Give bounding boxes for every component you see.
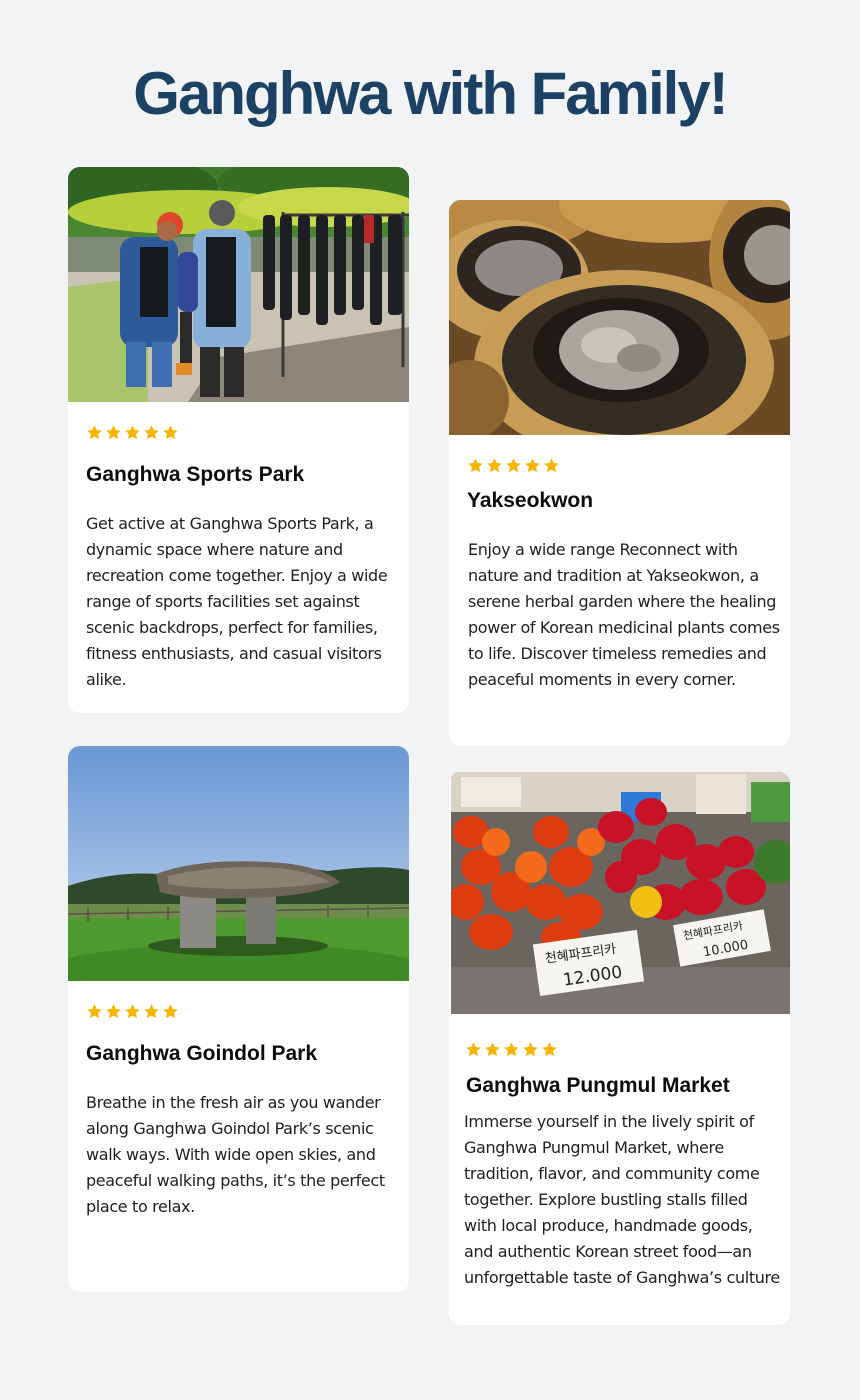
star-icon bbox=[466, 1042, 481, 1057]
rating-stars bbox=[465, 1041, 558, 1058]
star-icon bbox=[487, 458, 502, 473]
star-icon bbox=[544, 458, 559, 473]
star-icon bbox=[87, 1004, 102, 1019]
pungmul-market-photo: 천혜파프리카 12.000 천혜파프리카 10.000 bbox=[451, 772, 790, 1014]
star-icon bbox=[468, 458, 483, 473]
sports-park-photo bbox=[68, 167, 409, 402]
goindol-park-photo bbox=[68, 746, 409, 981]
card-title: Ganghwa Sports Park bbox=[86, 463, 305, 486]
star-icon bbox=[125, 425, 140, 440]
star-icon bbox=[106, 1004, 121, 1019]
star-icon bbox=[87, 425, 102, 440]
star-icon bbox=[163, 1004, 178, 1019]
attraction-card-pungmul-market[interactable]: 천혜파프리카 12.000 천혜파프리카 10.000 Ganghwa Pung… bbox=[449, 772, 790, 1325]
page-title: Ganghwa with Family! bbox=[133, 60, 728, 127]
attraction-card-sports-park[interactable]: Ganghwa Sports Park Get active at Ganghw… bbox=[68, 167, 409, 713]
star-icon bbox=[525, 458, 540, 473]
star-icon bbox=[506, 458, 521, 473]
card-title: Yakseokwon bbox=[467, 489, 594, 512]
star-icon bbox=[125, 1004, 140, 1019]
star-icon bbox=[504, 1042, 519, 1057]
card-title: Ganghwa Pungmul Market bbox=[466, 1074, 730, 1097]
attraction-card-yakseokwon[interactable]: Yakseokwon Enjoy a wide range Reconnect … bbox=[449, 200, 790, 746]
star-icon bbox=[163, 425, 178, 440]
rating-stars bbox=[86, 1003, 179, 1020]
card-description: Immerse yourself in the lively spirit of… bbox=[464, 1112, 780, 1287]
star-icon bbox=[144, 1004, 159, 1019]
card-description: Get active at Ganghwa Sports Park, a dyn… bbox=[86, 514, 388, 689]
star-icon bbox=[144, 425, 159, 440]
rating-stars bbox=[86, 424, 179, 441]
star-icon bbox=[106, 425, 121, 440]
yakseokwon-photo bbox=[449, 200, 790, 435]
card-title: Ganghwa Goindol Park bbox=[86, 1042, 318, 1065]
rating-stars bbox=[467, 457, 560, 474]
star-icon bbox=[523, 1042, 538, 1057]
star-icon bbox=[485, 1042, 500, 1057]
card-description: Breathe in the fresh air as you wander a… bbox=[86, 1093, 385, 1216]
card-description: Enjoy a wide range Reconnect with nature… bbox=[468, 540, 780, 689]
star-icon bbox=[542, 1042, 557, 1057]
attraction-card-goindol-park[interactable]: Ganghwa Goindol Park Breathe in the fres… bbox=[68, 746, 409, 1292]
